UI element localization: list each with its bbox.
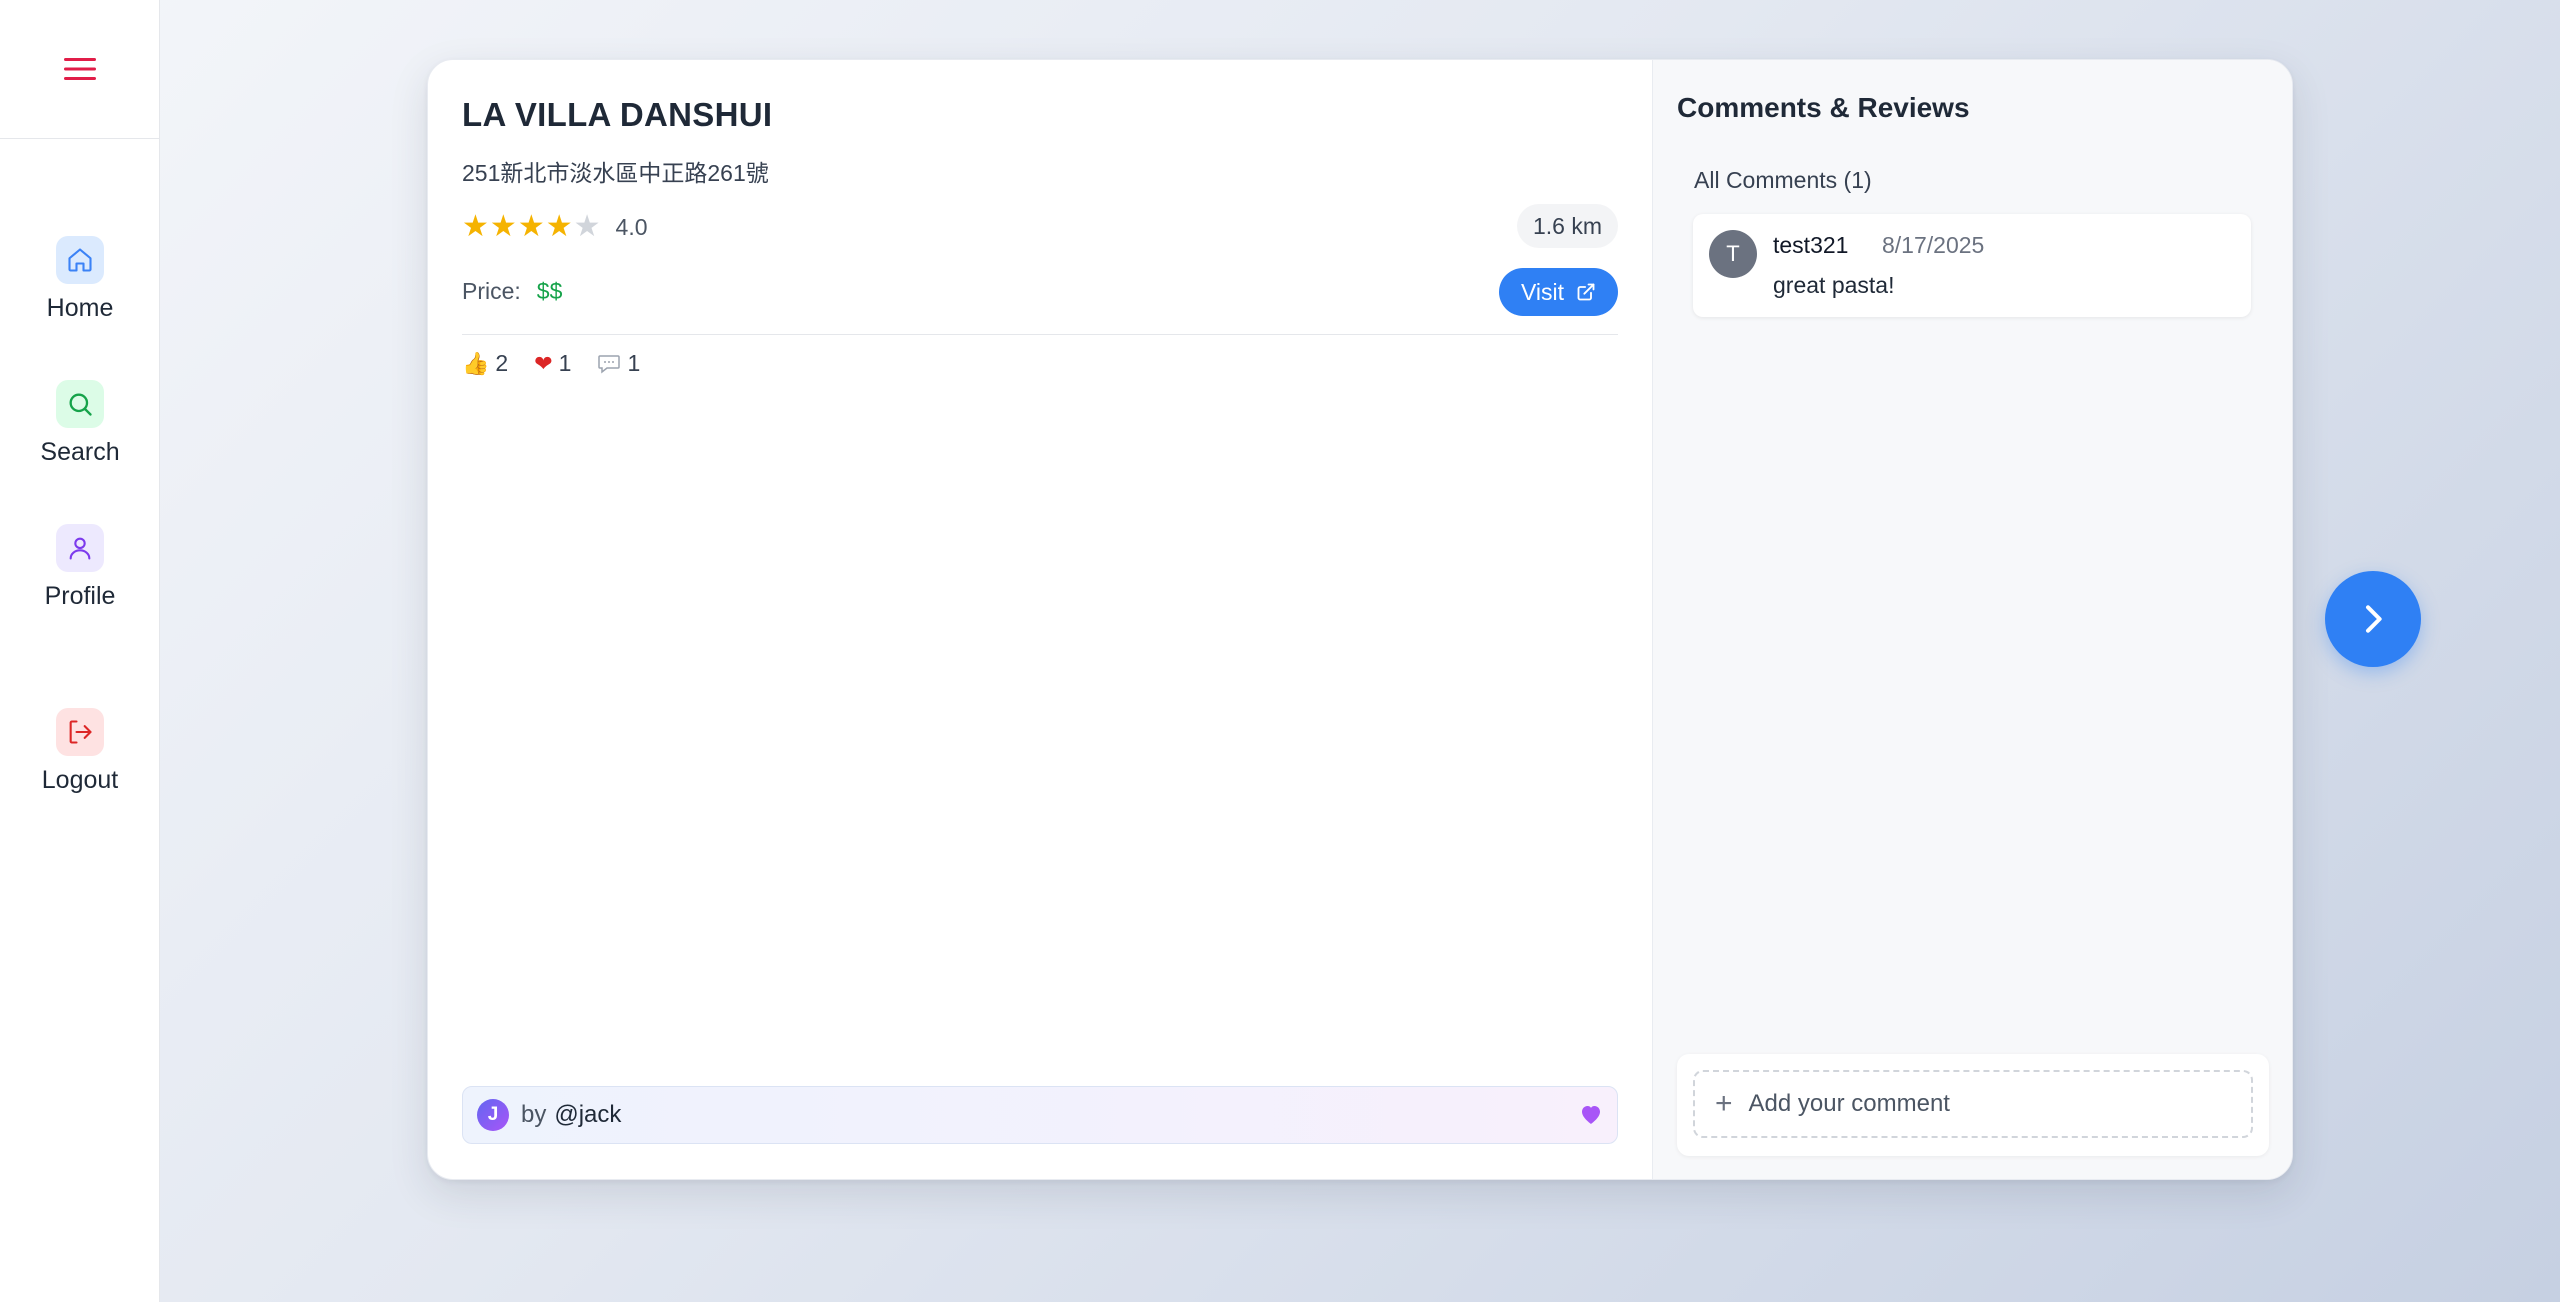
comment-item: T test321 8/17/2025 great pasta! <box>1693 214 2251 317</box>
price-label: Price: <box>462 278 521 304</box>
add-comment-label: Add your comment <box>1748 1090 1950 1117</box>
logout-icon <box>56 708 104 756</box>
home-icon <box>56 236 104 284</box>
user-icon <box>56 524 104 572</box>
restaurant-details: LA VILLA DANSHUI 251新北市淡水區中正路261號 ★ ★ ★ … <box>428 60 1652 1179</box>
search-icon <box>56 380 104 428</box>
favorite-heart-icon[interactable] <box>1579 1103 1603 1125</box>
plus-icon: + <box>1715 1087 1733 1120</box>
add-comment-area: + Add your comment <box>1677 1054 2269 1156</box>
author-avatar: J <box>477 1099 509 1131</box>
price: Price: $$ <box>462 278 562 305</box>
comment-reaction[interactable]: 1 <box>597 350 640 377</box>
next-button[interactable] <box>2325 571 2421 667</box>
external-link-icon <box>1577 283 1595 301</box>
comment-user: test321 <box>1773 232 1849 258</box>
comments-panel: Comments & Reviews All Comments (1) T te… <box>1652 60 2292 1179</box>
visit-label: Visit <box>1520 278 1564 305</box>
star-icon: ★ <box>545 210 573 243</box>
author-by-label: by <box>521 1101 547 1128</box>
hamburger-icon <box>64 58 96 80</box>
sidebar-item-home[interactable]: Home <box>0 236 160 323</box>
heart-reaction[interactable]: ❤ 1 <box>534 350 571 377</box>
chevron-right-icon <box>2366 605 2382 633</box>
reactions: 👍 2 ❤ 1 1 <box>462 350 666 377</box>
comment-count: 1 <box>627 350 641 376</box>
menu-button[interactable] <box>0 0 160 139</box>
sidebar-item-search[interactable]: Search <box>0 380 160 467</box>
star-icon: ★ <box>462 210 489 243</box>
sidebar-item-profile[interactable]: Profile <box>0 524 160 611</box>
like-count: 2 <box>495 350 509 376</box>
heart-count: 1 <box>558 350 572 376</box>
comments-count: All Comments (1) <box>1694 167 1872 193</box>
rating-value: 4.0 <box>615 213 648 240</box>
sidebar-item-label: Logout <box>41 766 119 794</box>
restaurant-card: LA VILLA DANSHUI 251新北市淡水區中正路261號 ★ ★ ★ … <box>427 59 2293 1180</box>
star-icon: ★ <box>489 210 517 243</box>
add-comment-button[interactable]: + Add your comment <box>1693 1070 2253 1138</box>
comments-title: Comments & Reviews <box>1677 92 1970 123</box>
star-empty-icon: ★ <box>573 210 601 243</box>
avatar: T <box>1709 230 1757 278</box>
comment-date: 8/17/2025 <box>1882 232 1985 258</box>
thumbs-up-icon: 👍 <box>462 350 490 376</box>
price-value: $$ <box>536 278 563 304</box>
sidebar-item-label: Profile <box>44 582 116 610</box>
distance-badge: 1.6 km <box>1516 204 1618 248</box>
author-bar[interactable]: J by @jack <box>462 1086 1618 1144</box>
sidebar-item-label: Home <box>46 294 114 322</box>
divider <box>462 334 1618 335</box>
sidebar-item-label: Search <box>40 438 120 466</box>
rating: ★ ★ ★ ★ ★ 4.0 <box>462 212 648 242</box>
like-reaction[interactable]: 👍 2 <box>462 350 508 377</box>
comment-text: great pasta! <box>1773 272 1895 298</box>
restaurant-address: 251新北市淡水區中正路261號 <box>462 160 769 186</box>
visit-button[interactable]: Visit <box>1498 268 1618 316</box>
speech-bubble-icon <box>598 354 621 374</box>
sidebar: Home Search Profile Logout <box>0 0 160 1302</box>
author-handle: @jack <box>554 1101 622 1128</box>
restaurant-name: LA VILLA DANSHUI <box>462 96 773 133</box>
heart-icon: ❤ <box>534 350 553 376</box>
sidebar-item-logout[interactable]: Logout <box>0 708 160 795</box>
star-icon: ★ <box>517 210 545 243</box>
